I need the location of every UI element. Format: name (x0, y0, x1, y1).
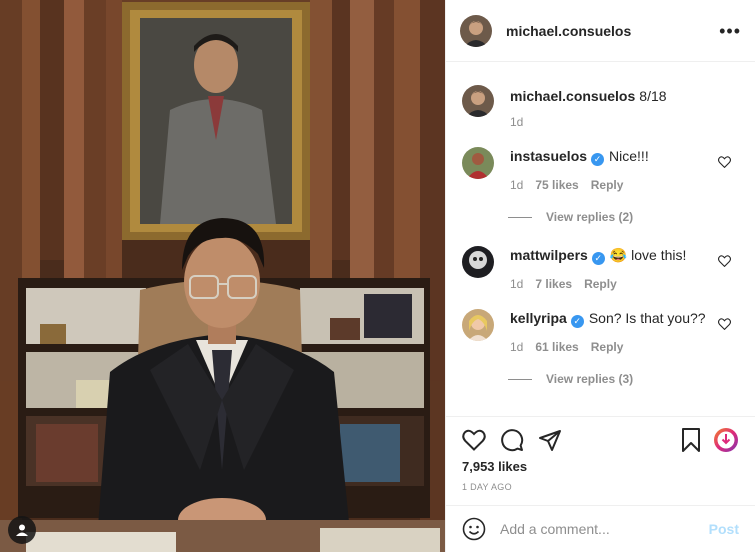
post-photo[interactable] (0, 0, 445, 552)
post-button[interactable]: Post (709, 521, 739, 537)
caption-time[interactable]: 1d (510, 115, 523, 129)
view-replies-button[interactable]: View replies (3) (508, 372, 739, 386)
header-username[interactable]: michael.consuelos (506, 23, 631, 39)
comment-item: mattwilpers ✓ 😂 love this! 1d 7 likes Reply (462, 246, 739, 291)
share-icon[interactable] (538, 428, 562, 452)
add-comment-bar: Post (446, 505, 755, 552)
more-icon[interactable]: ••• (719, 22, 741, 40)
post-actions: 7,953 likes 1 DAY AGO (446, 416, 755, 492)
comment-likes[interactable]: 75 likes (535, 178, 578, 192)
comment-username[interactable]: mattwilpers (510, 247, 588, 263)
verified-badge-icon: ✓ (570, 315, 584, 328)
heart-icon[interactable] (462, 429, 486, 451)
comment-username[interactable]: kellyripa (510, 310, 567, 326)
view-replies-button[interactable]: View replies (2) (508, 210, 739, 224)
verified-badge-icon: ✓ (591, 153, 605, 166)
comment-input[interactable] (500, 521, 709, 537)
avatar[interactable] (462, 246, 494, 278)
like-comment-icon[interactable] (718, 317, 731, 335)
verified-badge-icon: ✓ (591, 252, 605, 265)
avatar[interactable] (462, 147, 494, 179)
emoji-icon[interactable] (462, 517, 486, 541)
avatar[interactable] (460, 14, 492, 47)
caption-text: 8/18 (639, 88, 667, 104)
like-comment-icon[interactable] (718, 155, 731, 173)
post-header: michael.consuelos ••• (446, 0, 755, 62)
post-side-panel: michael.consuelos ••• michael.consuelos 8… (445, 0, 755, 552)
likes-count[interactable]: 7,953 likes (462, 459, 739, 474)
tagged-user-icon[interactable] (8, 516, 36, 544)
comment-username[interactable]: instasuelos (510, 148, 587, 164)
comment-time[interactable]: 1d (510, 340, 523, 354)
download-icon[interactable] (713, 427, 739, 453)
avatar[interactable] (462, 309, 494, 341)
comment-text: Nice!!! (609, 148, 649, 164)
avatar[interactable] (462, 85, 494, 117)
comment-item: kellyripa ✓ Son? Is that you?? 1d 61 likes R… (462, 309, 739, 354)
comment-icon[interactable] (500, 428, 524, 452)
comment-text: 😂 love this! (609, 247, 687, 263)
caption: michael.consuelos 8/18 1d (462, 85, 739, 129)
comment-time[interactable]: 1d (510, 178, 523, 192)
post-date[interactable]: 1 DAY AGO (462, 482, 739, 492)
view-replies-label: View replies (2) (546, 210, 634, 224)
like-comment-icon[interactable] (718, 254, 731, 272)
reply-button[interactable]: Reply (591, 340, 624, 354)
divider (508, 378, 532, 380)
photo-image (0, 0, 445, 552)
view-replies-label: View replies (3) (546, 372, 634, 386)
comment-time[interactable]: 1d (510, 277, 523, 291)
comment-item: instasuelos ✓ Nice!!! 1d 75 likes Reply (462, 147, 739, 192)
reply-button[interactable]: Reply (584, 277, 617, 291)
comments-list[interactable]: michael.consuelos 8/18 1d instasuelos ✓ Nic… (446, 63, 755, 415)
caption-username[interactable]: michael.consuelos (510, 88, 635, 104)
comment-likes[interactable]: 61 likes (535, 340, 578, 354)
reply-button[interactable]: Reply (591, 178, 624, 192)
comment-likes[interactable]: 7 likes (535, 277, 572, 291)
bookmark-icon[interactable] (681, 428, 701, 452)
comment-text: Son? Is that you?? (588, 310, 706, 326)
divider (508, 216, 532, 218)
